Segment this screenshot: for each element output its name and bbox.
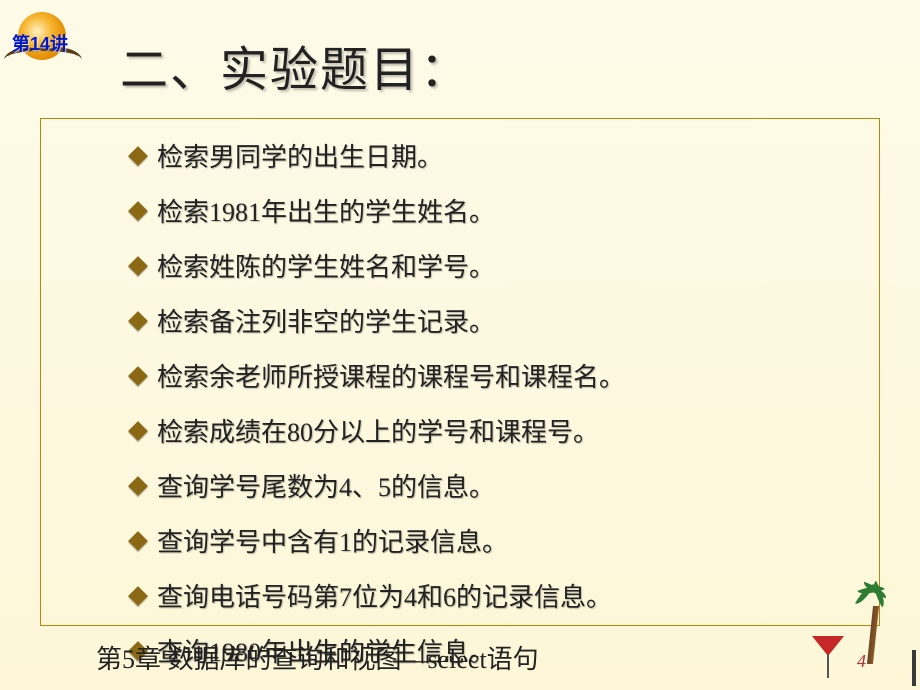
list-item: 查询学号中含有1的记录信息。 [131,522,789,559]
diamond-bullet-icon [128,476,148,496]
item-text: 检索成绩在80分以上的学号和课程号。 [157,412,599,449]
chapter-footer: 第5章 数据库的查询和视图—select语句 [96,639,539,676]
lecture-number: 第14讲 [12,30,68,56]
item-text: 查询学号中含有1的记录信息。 [157,522,508,559]
list-item: 检索1981年出生的学生姓名。 [131,192,789,229]
palm-decoration [806,574,896,664]
list-item: 检索男同学的出生日期。 [131,137,789,174]
item-text: 检索1981年出生的学生姓名。 [157,192,495,229]
list-item: 检索姓陈的学生姓名和学号。 [131,247,789,284]
diamond-bullet-icon [128,201,148,221]
palm-leaves-icon [850,584,890,614]
diamond-bullet-icon [128,366,148,386]
corner-line [912,650,916,686]
diamond-bullet-icon [128,311,148,331]
item-text: 检索余老师所授课程的课程号和课程名。 [157,357,625,394]
umbrella-icon [812,636,844,656]
diamond-bullet-icon [128,256,148,276]
list-item: 查询学号尾数为4、5的信息。 [131,467,789,504]
diamond-bullet-icon [128,421,148,441]
diamond-bullet-icon [128,586,148,606]
list-item: 查询电话号码第7位为4和6的记录信息。 [131,577,789,614]
list-item: 检索备注列非空的学生记录。 [131,302,789,339]
list-item: 检索余老师所授课程的课程号和课程名。 [131,357,789,394]
item-text: 查询学号尾数为4、5的信息。 [157,467,495,504]
list-item: 检索成绩在80分以上的学号和课程号。 [131,412,789,449]
slide-title: 二、实验题目： [120,30,470,100]
diamond-bullet-icon [128,531,148,551]
content-panel: 检索男同学的出生日期。 检索1981年出生的学生姓名。 检索姓陈的学生姓名和学号… [40,118,880,626]
item-text: 检索备注列非空的学生记录。 [157,302,495,339]
diamond-bullet-icon [128,146,148,166]
item-text: 检索男同学的出生日期。 [157,137,443,174]
palm-trunk-icon [867,606,879,664]
item-text: 查询电话号码第7位为4和6的记录信息。 [157,577,612,614]
item-text: 检索姓陈的学生姓名和学号。 [157,247,495,284]
